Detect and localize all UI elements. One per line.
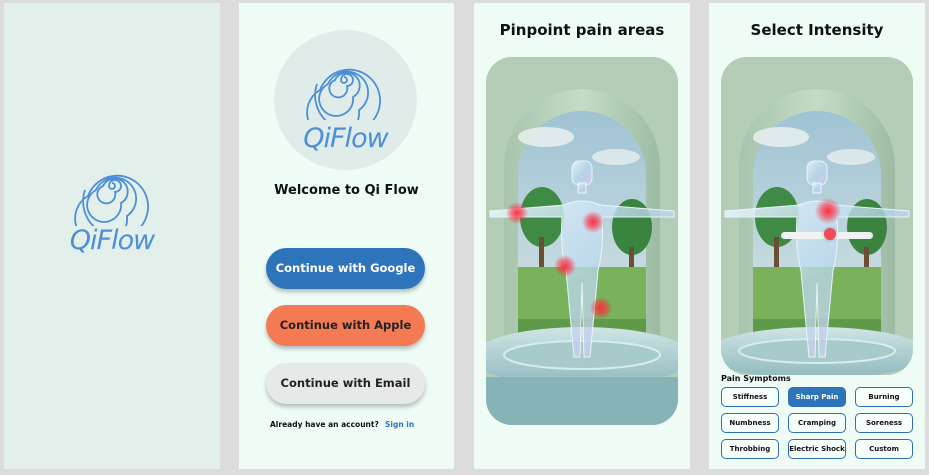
pain-point-marker[interactable] — [554, 255, 576, 277]
pain-symptoms-heading: Pain Symptoms — [721, 374, 791, 383]
symptom-chip-cramping[interactable]: Cramping — [788, 413, 846, 433]
welcome-screen: QiFlow Welcome to Qi Flow Continue with … — [239, 3, 454, 469]
welcome-title: Welcome to Qi Flow — [274, 183, 419, 198]
intensity-screen: Select Intensity Pain Symptoms Stiffness… — [709, 3, 925, 469]
sign-in-link[interactable]: Sign in — [385, 420, 414, 429]
spiral-icon — [74, 174, 149, 226]
pinpoint-screen: Pinpoint pain areas — [474, 3, 690, 469]
body-scene-illustration — [486, 57, 678, 425]
body-scene[interactable] — [721, 57, 913, 375]
symptom-chip-soreness[interactable]: Soreness — [855, 413, 913, 433]
app-logo: QiFlow — [274, 30, 417, 170]
continue-with-google-button[interactable]: Continue with Google — [266, 248, 425, 289]
pain-point-marker[interactable] — [506, 202, 528, 224]
intensity-slider-thumb[interactable] — [824, 228, 836, 240]
symptom-chip-electric-shock[interactable]: Electric Shock — [788, 439, 846, 459]
app-logo-text: QiFlow — [69, 225, 155, 256]
pain-point-marker[interactable] — [590, 297, 612, 319]
page-title: Pinpoint pain areas — [499, 21, 665, 39]
symptom-chip-sharp-pain[interactable]: Sharp Pain — [788, 387, 846, 407]
pain-point-marker[interactable] — [815, 198, 841, 224]
symptom-chip-stiffness[interactable]: Stiffness — [721, 387, 779, 407]
symptom-chip-throbbing[interactable]: Throbbing — [721, 439, 779, 459]
continue-with-email-button[interactable]: Continue with Email — [266, 363, 425, 404]
symptom-chip-custom[interactable]: Custom — [855, 439, 913, 459]
app-logo-text: QiFlow — [303, 123, 388, 154]
continue-with-apple-button[interactable]: Continue with Apple — [266, 305, 425, 346]
body-scene[interactable] — [486, 57, 678, 425]
splash-screen: QiFlow — [4, 3, 220, 469]
symptom-chip-burning[interactable]: Burning — [855, 387, 913, 407]
pain-point-marker[interactable] — [582, 211, 604, 233]
page-title: Select Intensity — [750, 21, 884, 39]
symptom-chip-numbness[interactable]: Numbness — [721, 413, 779, 433]
spiral-icon — [306, 68, 381, 120]
account-prompt: Already have an account? — [270, 420, 379, 429]
